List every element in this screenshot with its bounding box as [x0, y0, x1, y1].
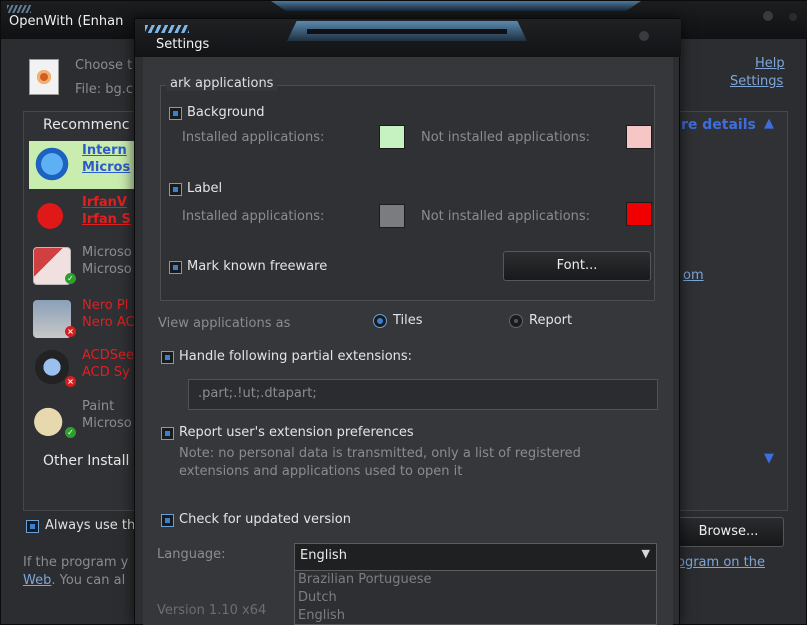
label-checkbox[interactable]: [169, 183, 182, 196]
partial-extensions-input[interactable]: .part;.!ut;.dtapart;: [188, 379, 658, 410]
mark-freeware-label: Mark known freeware: [187, 259, 328, 274]
app-vendor: Irfan S: [82, 212, 131, 227]
close-button[interactable]: [789, 13, 797, 21]
app-name: ACDSee: [82, 348, 134, 363]
app-vendor: Microso: [82, 262, 132, 277]
x-icon: ×: [65, 326, 76, 337]
more-details-link[interactable]: re details: [681, 117, 756, 133]
file-name-text: File: bg.c: [75, 82, 134, 97]
mark-applications-group-title: ark applications: [166, 76, 278, 91]
settings-title-bar: Settings: [135, 19, 681, 57]
browse-button[interactable]: Browse...: [673, 517, 784, 547]
check-icon: ✓: [65, 273, 76, 284]
view-as-label: View applications as: [158, 316, 291, 331]
language-option[interactable]: Dutch: [298, 590, 337, 605]
settings-link[interactable]: Settings: [730, 74, 783, 89]
language-select[interactable]: English ▼: [294, 543, 657, 571]
close-button[interactable]: [639, 31, 649, 41]
report-radio[interactable]: [509, 314, 523, 328]
choose-program-text: Choose t: [75, 58, 133, 73]
openwith-window-title: OpenWith (Enhan: [9, 14, 124, 29]
chevron-up-icon[interactable]: ▲: [764, 116, 774, 131]
always-use-label: Always use th: [45, 518, 136, 533]
handle-partial-checkbox[interactable]: [161, 351, 174, 364]
language-option[interactable]: English: [298, 608, 345, 623]
check-updates-checkbox[interactable]: [161, 514, 174, 527]
language-selected-value: English: [300, 548, 347, 563]
app-vendor: Microso: [82, 416, 132, 431]
report-label: Report: [529, 313, 573, 328]
app-vendor: ACD Sy: [82, 365, 130, 380]
list-item-acdsee[interactable]: × ACDSee ACD Sy: [29, 346, 139, 394]
bg-installed-color-swatch[interactable]: [379, 125, 405, 149]
bg-installed-label: Installed applications:: [182, 130, 325, 145]
other-installed-heading: Other Install: [43, 453, 130, 469]
report-note-line1: Note: no personal data is transmitted, o…: [179, 446, 581, 461]
tiles-radio[interactable]: [373, 314, 387, 328]
label-not-installed-label: Not installed applications:: [421, 209, 591, 224]
report-prefs-checkbox[interactable]: [161, 427, 174, 440]
irfanview-icon: [33, 197, 71, 235]
list-item-nero[interactable]: × Nero Pl Nero AC: [29, 296, 139, 344]
app-name: IrfanV: [82, 195, 127, 210]
always-use-checkbox[interactable]: [26, 520, 39, 533]
list-item-microsoft-picture-manager[interactable]: ✓ Microso Microso: [29, 243, 139, 291]
web-link[interactable]: Web: [23, 573, 51, 588]
x-icon: ×: [65, 376, 76, 387]
list-item-paint[interactable]: ✓ Paint Microso: [29, 397, 139, 445]
report-prefs-label: Report user's extension preferences: [179, 425, 414, 440]
minimize-button[interactable]: [763, 11, 773, 21]
background-checkbox[interactable]: [169, 107, 182, 120]
if-program-text: If the program y: [23, 555, 129, 570]
report-note-line2: extensions and applications used to open…: [179, 464, 463, 479]
mark-freeware-checkbox[interactable]: [169, 261, 182, 274]
bg-not-installed-label: Not installed applications:: [421, 130, 591, 145]
title-stripes-decoration: [145, 25, 189, 33]
label-installed-label: Installed applications:: [182, 209, 325, 224]
help-link[interactable]: Help: [755, 56, 785, 71]
web-line: Web. You can al: [23, 573, 125, 588]
tiles-label: Tiles: [393, 313, 423, 328]
file-type-icon: [29, 59, 59, 95]
list-item-internet-explorer[interactable]: Intern Micros: [29, 141, 139, 189]
title-stripes-decoration: [7, 5, 31, 13]
program-on-web-link[interactable]: ogram on the: [677, 555, 765, 570]
label-label: Label: [187, 181, 223, 196]
check-updates-label: Check for updated version: [179, 512, 351, 527]
internet-explorer-icon: [33, 145, 71, 183]
label-installed-color-swatch[interactable]: [379, 204, 405, 228]
app-name: Nero Pl: [82, 298, 129, 313]
list-item-irfanview[interactable]: IrfanV Irfan S: [29, 193, 139, 241]
app-name: Microso: [82, 245, 132, 260]
vendor-link[interactable]: om: [683, 268, 704, 283]
title-bar-decoration: [271, 1, 641, 11]
font-button[interactable]: Font...: [503, 251, 651, 281]
recommended-programs-heading: Recommenc: [43, 117, 130, 133]
check-icon: ✓: [65, 427, 76, 438]
you-can-text: . You can al: [51, 573, 126, 588]
bg-not-installed-color-swatch[interactable]: [626, 125, 652, 149]
app-vendor: Nero AC: [82, 315, 135, 330]
language-label: Language:: [157, 547, 226, 562]
settings-dialog-title: Settings: [156, 37, 210, 52]
background-label: Background: [187, 105, 265, 120]
language-dropdown-list: Brazilian Portuguese Dutch English: [294, 571, 657, 625]
label-not-installed-color-swatch[interactable]: [626, 202, 652, 226]
language-option[interactable]: Brazilian Portuguese: [298, 572, 432, 587]
app-name: Intern: [82, 143, 127, 158]
chevron-down-icon[interactable]: ▼: [764, 451, 774, 466]
app-name: Paint: [82, 399, 115, 414]
handle-partial-label: Handle following partial extensions:: [179, 349, 413, 364]
dropdown-arrow-icon[interactable]: ▼: [642, 547, 650, 560]
app-vendor: Micros: [82, 160, 131, 175]
version-text: Version 1.10 x64: [157, 603, 267, 618]
title-bar-decoration: [287, 21, 527, 41]
